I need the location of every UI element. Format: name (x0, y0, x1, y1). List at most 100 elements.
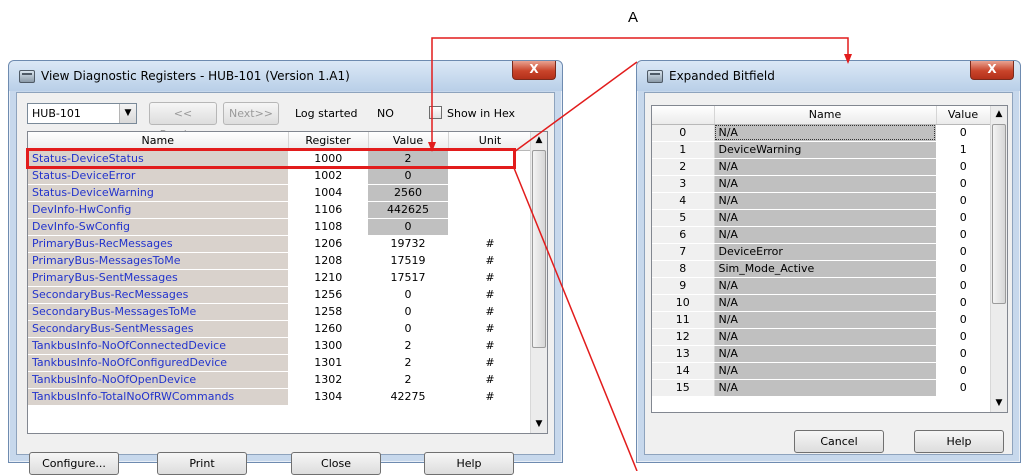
row-value[interactable]: 442625 (368, 201, 448, 219)
row-register: 1106 (288, 201, 368, 219)
table-row[interactable]: PrimaryBus-MessagesToMe 1208 17519 # (28, 252, 532, 270)
table-row[interactable]: SecondaryBus-SentMessages 1260 0 # (28, 320, 532, 338)
table-row[interactable]: 4 N/A 0 (652, 192, 990, 210)
table-row[interactable]: 12 N/A 0 (652, 328, 990, 346)
col-header-value[interactable]: Value (936, 106, 991, 125)
table-row[interactable]: DevInfo-HwConfig 1106 442625 (28, 201, 532, 219)
table-row[interactable]: Status-DeviceWarning 1004 2560 (28, 184, 532, 202)
table-row[interactable]: TankbusInfo-NoOfOpenDevice 1302 2 # (28, 371, 532, 389)
row-index: 13 (652, 345, 715, 363)
device-select-value: HUB-101 (32, 107, 81, 120)
row-index: 11 (652, 311, 715, 329)
row-name: SecondaryBus-SentMessages (28, 320, 289, 338)
row-value: 0 (936, 362, 990, 380)
row-value: 17517 (368, 269, 448, 287)
close-window-button[interactable]: X (512, 61, 556, 80)
table-row[interactable]: 13 N/A 0 (652, 345, 990, 363)
scroll-down-icon[interactable]: ▼ (991, 395, 1007, 412)
table-row[interactable]: DevInfo-SwConfig 1108 0 (28, 218, 532, 236)
table-row[interactable]: 1 DeviceWarning 1 (652, 141, 990, 159)
show-in-hex-checkbox[interactable] (429, 106, 442, 119)
scrollbar-thumb[interactable] (992, 124, 1006, 304)
row-value[interactable]: 2560 (368, 184, 448, 202)
window-client-area: HUB-101 ▼ << Previous Next>> Log started… (16, 92, 555, 475)
row-value: 0 (936, 124, 990, 142)
row-name: PrimaryBus-RecMessages (28, 235, 289, 253)
table-header-row: Name Value (652, 106, 991, 125)
row-name: DeviceWarning (714, 141, 937, 159)
help-button[interactable]: Help (424, 452, 514, 475)
table-row[interactable]: 8 Sim_Mode_Active 0 (652, 260, 990, 278)
row-value[interactable]: 0 (368, 167, 448, 185)
callout-label: A (628, 9, 638, 26)
register-table-scrollbar[interactable]: ▲ ▼ (530, 132, 547, 433)
bitfield-table-scrollbar[interactable]: ▲ ▼ (990, 106, 1007, 412)
row-unit: # (448, 286, 532, 304)
row-unit: # (448, 269, 532, 287)
close-button[interactable]: Close (291, 452, 381, 475)
table-row[interactable]: TankbusInfo-NoOfConnectedDevice 1300 2 # (28, 337, 532, 355)
title-bar[interactable]: Expanded Bitfield X (637, 61, 1020, 91)
table-row[interactable]: 0 N/A 0 (652, 124, 990, 142)
row-name: DeviceError (714, 243, 937, 261)
table-row[interactable]: 7 DeviceError 0 (652, 243, 990, 261)
row-name: SecondaryBus-MessagesToMe (28, 303, 289, 321)
table-row[interactable]: 5 N/A 0 (652, 209, 990, 227)
col-header-name[interactable]: Name (714, 106, 937, 125)
close-window-button[interactable]: X (970, 61, 1014, 80)
next-button[interactable]: Next>> (223, 102, 279, 125)
previous-button[interactable]: << Previous (149, 102, 217, 141)
row-value: 0 (936, 328, 990, 346)
configure-button[interactable]: Configure... (29, 452, 119, 475)
table-row[interactable]: SecondaryBus-MessagesToMe 1258 0 # (28, 303, 532, 321)
row-value: 0 (936, 379, 990, 397)
row-value[interactable]: 0 (368, 218, 448, 236)
row-name: N/A (714, 362, 937, 380)
scroll-up-icon[interactable]: ▲ (991, 106, 1007, 123)
table-row[interactable]: TankbusInfo-NoOfConfiguredDevice 1301 2 # (28, 354, 532, 372)
row-name: TankbusInfo-NoOfConfiguredDevice (28, 354, 289, 372)
table-row[interactable]: PrimaryBus-SentMessages 1210 17517 # (28, 269, 532, 287)
table-row[interactable]: SecondaryBus-RecMessages 1256 0 # (28, 286, 532, 304)
cancel-button[interactable]: Cancel (794, 430, 884, 453)
row-value: 0 (368, 320, 448, 338)
table-row[interactable]: 9 N/A 0 (652, 277, 990, 295)
log-status-value: NO (377, 107, 394, 120)
scroll-up-icon[interactable]: ▲ (531, 132, 547, 149)
table-row[interactable]: TankbusInfo-TotalNoOfRWCommands 1304 42275… (28, 388, 532, 406)
table-row[interactable]: 11 N/A 0 (652, 311, 990, 329)
table-row[interactable]: 15 N/A 0 (652, 379, 990, 397)
row-name: N/A (714, 158, 937, 176)
row-value: 0 (368, 286, 448, 304)
table-row[interactable]: 14 N/A 0 (652, 362, 990, 380)
row-value: 42275 (368, 388, 448, 406)
row-name: DevInfo-SwConfig (28, 218, 289, 236)
col-header-index (652, 106, 715, 125)
device-select[interactable]: HUB-101 ▼ (27, 103, 137, 124)
row-register: 1206 (288, 235, 368, 253)
show-in-hex-label: Show in Hex (447, 107, 516, 120)
scroll-down-icon[interactable]: ▼ (531, 416, 547, 433)
row-unit: # (448, 320, 532, 338)
table-row[interactable]: 3 N/A 0 (652, 175, 990, 193)
help-button[interactable]: Help (914, 430, 1004, 453)
row-value: 0 (936, 345, 990, 363)
row-index: 9 (652, 277, 715, 295)
row-value: 0 (936, 243, 990, 261)
chevron-down-icon[interactable]: ▼ (119, 104, 136, 123)
row-name: N/A (714, 192, 937, 210)
row-register: 1256 (288, 286, 368, 304)
table-row[interactable]: Status-DeviceError 1002 0 (28, 167, 532, 185)
row-register: 1108 (288, 218, 368, 236)
title-bar[interactable]: View Diagnostic Registers - HUB-101 (Ver… (9, 61, 562, 91)
row-value: 0 (936, 294, 990, 312)
row-value: 1 (936, 141, 990, 159)
print-button[interactable]: Print (157, 452, 247, 475)
table-row[interactable]: PrimaryBus-RecMessages 1206 19732 # (28, 235, 532, 253)
row-unit: # (448, 235, 532, 253)
row-unit (448, 184, 532, 202)
table-row[interactable]: 2 N/A 0 (652, 158, 990, 176)
table-row[interactable]: 6 N/A 0 (652, 226, 990, 244)
scrollbar-thumb[interactable] (532, 150, 546, 348)
table-row[interactable]: 10 N/A 0 (652, 294, 990, 312)
